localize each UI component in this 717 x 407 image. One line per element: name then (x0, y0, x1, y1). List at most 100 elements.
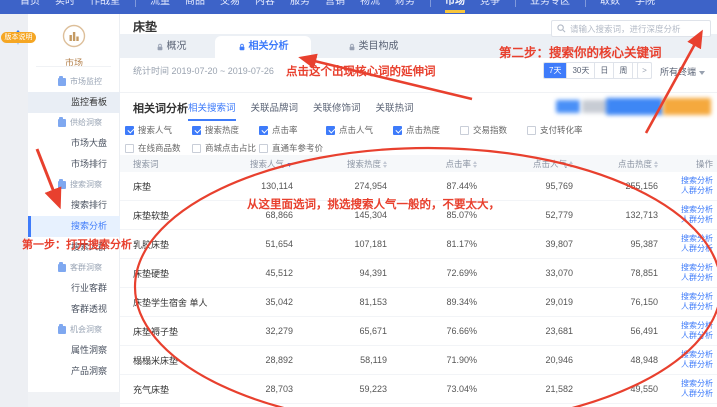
action-link-搜索分析[interactable]: 搜索分析 (658, 205, 713, 215)
metric-交易指数[interactable]: 交易指数 (460, 124, 527, 136)
cell-value: 33,070 (477, 268, 573, 278)
next-page-button[interactable]: > (637, 62, 652, 79)
cell-value: 95,387 (573, 239, 658, 249)
nav-item-实时[interactable]: 实时 (55, 0, 75, 13)
action-link-搜索分析[interactable]: 搜索分析 (658, 176, 713, 186)
tab-类目构成[interactable]: 类目构成 (330, 36, 416, 58)
nav-item-学院[interactable]: 学院 (635, 0, 655, 13)
top-nav: 首页 实时 作战室 流量 商品 交易 内容 服务 营销 物流 财务 市场 竞争 业务专区 取数 学院 (0, 0, 717, 14)
nav-item-作战室[interactable]: 作战室 (90, 0, 120, 13)
table-row: 榻榻米床垫28,89258,11971.90%20,94648,948搜索分析人… (120, 346, 717, 375)
column-header-点击人气[interactable]: 点击人气 (477, 158, 573, 170)
checkbox-点击率[interactable] (259, 126, 268, 135)
checkbox-搜索人气[interactable] (125, 126, 134, 135)
metric-搜索热度[interactable]: 搜索热度 (192, 124, 259, 136)
sidebar-item-搜索分析[interactable]: 搜索分析 (28, 216, 120, 237)
column-header-点击率[interactable]: 点击率 (387, 158, 477, 170)
action-link-人群分析[interactable]: 人群分析 (658, 186, 713, 196)
metric-直通车参考价[interactable]: 直通车参考价 (259, 142, 326, 154)
checkbox-在线商品数[interactable] (125, 144, 134, 153)
sidebar-item-市场排行[interactable]: 市场排行 (28, 154, 120, 175)
sidebar-group-客群洞察[interactable]: 客群洞察 (28, 258, 120, 278)
action-link-人群分析[interactable]: 人群分析 (658, 360, 713, 370)
sidebar-item-产品洞察[interactable]: 产品洞察 (28, 361, 120, 382)
column-header-搜索人气[interactable]: 搜索人气▼ (248, 158, 293, 170)
action-link-搜索分析[interactable]: 搜索分析 (658, 292, 713, 302)
redacted-icon-blue (556, 100, 580, 113)
action-link-人群分析[interactable]: 人群分析 (658, 244, 713, 254)
sidebar-item-监控看板[interactable]: 监控看板 (28, 92, 120, 113)
checkbox-点击人气[interactable] (326, 126, 335, 135)
sidebar-item-搜索排行[interactable]: 搜索排行 (28, 195, 120, 216)
action-link-搜索分析[interactable]: 搜索分析 (658, 234, 713, 244)
sidebar-item-客群透视[interactable]: 客群透视 (28, 299, 120, 320)
nav-item-竞争[interactable]: 竞争 (480, 0, 500, 13)
column-header-搜索热度[interactable]: 搜索热度 (293, 158, 387, 170)
nav-item-服务[interactable]: 服务 (290, 0, 310, 13)
nav-item-营销[interactable]: 营销 (325, 0, 345, 13)
column-header-点击热度[interactable]: 点击热度 (573, 158, 658, 170)
nav-item-流量[interactable]: 流量 (150, 0, 170, 13)
subtab-关联修饰词[interactable]: 关联修饰词 (313, 100, 361, 121)
sidebar-group-供给洞察[interactable]: 供给洞察 (28, 113, 120, 133)
checkbox-搜索热度[interactable] (192, 126, 201, 135)
action-link-搜索分析[interactable]: 搜索分析 (658, 379, 713, 389)
redacted-button-blue[interactable] (606, 98, 663, 115)
metric-点击人气[interactable]: 点击人气 (326, 124, 393, 136)
action-link-人群分析[interactable]: 人群分析 (658, 331, 713, 341)
metric-支付转化率[interactable]: 支付转化率 (527, 124, 594, 136)
action-link-人群分析[interactable]: 人群分析 (658, 389, 713, 399)
action-link-人群分析[interactable]: 人群分析 (658, 302, 713, 312)
checkbox-支付转化率[interactable] (527, 126, 536, 135)
cell-value: 255,156 (573, 181, 658, 191)
search-input[interactable]: 请输入搜索词，进行深度分析 (551, 20, 711, 37)
nav-item-内容[interactable]: 内容 (255, 0, 275, 13)
sidebar-item-市场大盘[interactable]: 市场大盘 (28, 133, 120, 154)
date-button-日[interactable]: 日 (594, 63, 613, 78)
cell-actions: 搜索分析人群分析 (658, 350, 713, 370)
nav-item-取数[interactable]: 取数 (600, 0, 620, 13)
metric-点击率[interactable]: 点击率 (259, 124, 326, 136)
checkbox-点击热度[interactable] (393, 126, 402, 135)
nav-item-市场[interactable]: 市场 (445, 0, 465, 13)
action-link-人群分析[interactable]: 人群分析 (658, 215, 713, 225)
subtab-相关搜索词[interactable]: 相关搜索词 (188, 100, 236, 121)
market-module-icon (62, 24, 86, 48)
tab-相关分析[interactable]: 相关分析 (215, 36, 311, 58)
redacted-button-orange[interactable] (663, 98, 711, 115)
metric-点击热度[interactable]: 点击热度 (393, 124, 460, 136)
version-badge[interactable]: 版本说明 (1, 32, 36, 43)
sidebar-menu: 市场监控监控看板供给洞察市场大盘市场排行搜索洞察搜索排行搜索分析搜索人群客群洞察… (28, 72, 120, 382)
date-button-30天[interactable]: 30天 (566, 63, 594, 78)
lock-icon (238, 43, 246, 51)
date-button-7天[interactable]: 7天 (544, 63, 566, 78)
nav-item-财务[interactable]: 财务 (395, 0, 415, 13)
subtab-关联热词[interactable]: 关联热词 (376, 100, 414, 121)
table-row: 床垫硬垫45,51294,39172.69%33,07078,851搜索分析人群… (120, 259, 717, 288)
tab-概况[interactable]: 概况 (140, 36, 202, 58)
terminal-filter[interactable]: 所有终端 (660, 65, 705, 78)
sidebar-group-市场监控[interactable]: 市场监控 (28, 72, 120, 92)
nav-item-物流[interactable]: 物流 (360, 0, 380, 13)
metric-搜索人气[interactable]: 搜索人气 (125, 124, 192, 136)
action-link-搜索分析[interactable]: 搜索分析 (658, 321, 713, 331)
sidebar-item-属性洞察[interactable]: 属性洞察 (28, 340, 120, 361)
nav-item-首页[interactable]: 首页 (20, 0, 40, 13)
action-link-搜索分析[interactable]: 搜索分析 (658, 263, 713, 273)
metric-商城点击占比[interactable]: 商城点击占比 (192, 142, 259, 154)
metric-在线商品数[interactable]: 在线商品数 (125, 142, 192, 154)
checkbox-商城点击占比[interactable] (192, 144, 201, 153)
sidebar-group-搜索洞察[interactable]: 搜索洞察 (28, 175, 120, 195)
date-button-周[interactable]: 周 (613, 63, 632, 78)
nav-item-商品[interactable]: 商品 (185, 0, 205, 13)
checkbox-直通车参考价[interactable] (259, 144, 268, 153)
sidebar-item-行业客群[interactable]: 行业客群 (28, 278, 120, 299)
subtab-关联品牌词[interactable]: 关联品牌词 (251, 100, 299, 121)
sidebar-module[interactable]: 市场 (28, 24, 120, 69)
sidebar-group-机会洞察[interactable]: 机会洞察 (28, 320, 120, 340)
action-link-人群分析[interactable]: 人群分析 (658, 273, 713, 283)
checkbox-交易指数[interactable] (460, 126, 469, 135)
nav-item-业务专区[interactable]: 业务专区 (530, 0, 570, 13)
action-link-搜索分析[interactable]: 搜索分析 (658, 350, 713, 360)
nav-item-交易[interactable]: 交易 (220, 0, 240, 13)
